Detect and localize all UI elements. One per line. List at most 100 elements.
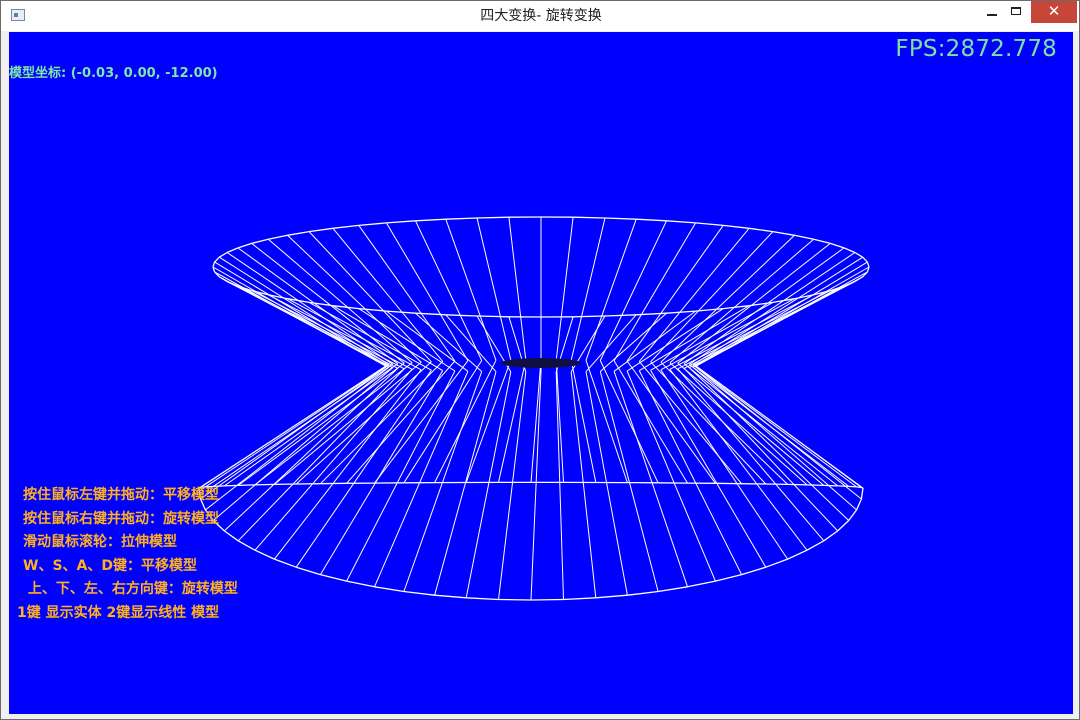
wireframe-edge: [508, 217, 527, 361]
opengl-viewport[interactable]: FPS:2872.778 模型坐标: (-0.03, 0.00, -12.00)…: [9, 32, 1073, 714]
wireframe-edge: [212, 266, 387, 367]
wireframe-edge: [268, 234, 288, 240]
wireframe-edge: [657, 586, 688, 593]
wireframe-edge: [695, 364, 862, 488]
wireframe-edge: [200, 366, 387, 500]
wireframe-edge: [613, 222, 697, 361]
wireframe-edge: [374, 586, 405, 593]
wireframe-edge: [374, 360, 469, 484]
help-line-scroll: 滑动鼠标滚轮：拉伸模型: [23, 534, 177, 550]
wireframe-edge: [636, 218, 667, 222]
wireframe-edge: [666, 220, 696, 224]
wireframe-edge: [636, 312, 667, 316]
wireframe-edge: [254, 362, 413, 486]
wireframe-edge: [687, 580, 716, 588]
wireframe-edge: [223, 367, 399, 532]
wireframe-edge: [498, 598, 532, 601]
close-icon: ✕: [1047, 2, 1061, 20]
wireframe-edge: [723, 224, 750, 229]
wireframe-edge: [237, 247, 399, 365]
wireframe-edge: [677, 243, 831, 364]
wireframe-edge: [434, 594, 467, 599]
wireframe-edge: [595, 594, 628, 599]
wireframe-edge: [749, 227, 773, 233]
wireframe-edge: [573, 216, 606, 219]
wireframe-edge: [823, 530, 839, 542]
wireframe-edge: [465, 359, 512, 483]
wireframe-edge: [358, 225, 456, 362]
wireframe-edge: [837, 485, 849, 488]
wireframe-edge: [476, 315, 509, 318]
wireframe-edge: [254, 549, 275, 560]
wireframe-edge: [415, 312, 446, 316]
help-line-left-drag: 按住鼠标左键并拖动：平移模型: [23, 487, 219, 503]
maximize-button[interactable]: [1005, 1, 1029, 23]
wireframe-edge: [476, 216, 509, 219]
wireframe-edge: [695, 222, 724, 227]
wireframe-edge: [573, 315, 606, 318]
wireframe-edge: [530, 598, 564, 601]
wireframe-edge: [866, 261, 870, 268]
wireframe-edge: [212, 367, 394, 521]
wireframe-edge: [358, 222, 387, 227]
wireframe-edge: [254, 483, 275, 486]
wireframe-edge: [599, 360, 659, 484]
wireframe-edge: [251, 243, 405, 364]
wireframe-edge: [806, 540, 825, 551]
wireframe-edge: [445, 217, 478, 220]
wireframe-edge: [415, 312, 483, 372]
wireframe-edge: [214, 256, 220, 263]
wireframe-edge: [287, 230, 310, 236]
wireframe-edge: [715, 573, 742, 582]
wireframe-edge: [251, 238, 269, 245]
wireframe-edge: [570, 217, 606, 361]
wireframe-edge: [385, 222, 469, 361]
wireframe-edge: [692, 366, 857, 511]
wireframe-edge: [555, 371, 564, 600]
wireframe-edge: [498, 371, 527, 600]
wireframe-edge: [669, 362, 808, 486]
wireframe-edge: [434, 371, 497, 596]
wireframe-edge: [854, 276, 864, 283]
wireframe-edge: [660, 298, 795, 371]
wireframe-edge: [837, 520, 850, 532]
wireframe-edge: [660, 369, 789, 560]
wireframe-edge: [854, 251, 864, 258]
wireframe-edge: [741, 566, 766, 576]
wireframe-edge: [415, 218, 446, 222]
wireframe-edge: [224, 363, 399, 487]
wireframe-edge: [226, 252, 393, 365]
wireframe-edge: [403, 590, 435, 596]
wireframe-edge: [309, 227, 333, 233]
wireframe-edge: [274, 558, 297, 568]
wireframe-edge: [238, 484, 256, 487]
minimize-button[interactable]: [979, 1, 1005, 23]
wireframe-edge: [772, 230, 795, 236]
wireframe-edge: [585, 219, 637, 361]
wireframe-edge: [296, 566, 321, 576]
wireframe-edge: [677, 362, 825, 486]
title-bar[interactable]: 四大变换- 旋转变换 ✕: [1, 1, 1079, 31]
wireframe-edge: [626, 225, 724, 362]
wireframe-edge: [237, 540, 256, 551]
fps-counter: FPS:2872.778: [895, 36, 1057, 62]
wireframe-edge: [692, 256, 863, 366]
wireframe-edge: [613, 371, 688, 587]
help-line-arrows: 上、下、左、右方向键：旋转模型: [23, 581, 238, 597]
wireframe-edge: [843, 247, 856, 254]
wireframe-edge: [669, 238, 815, 364]
wireframe-edge: [476, 217, 512, 361]
wireframe-edge: [237, 242, 252, 249]
wireframe-edge: [212, 261, 216, 268]
wireframe-edge: [205, 364, 390, 488]
wireframe-edge: [689, 252, 856, 365]
wireframe-edge: [860, 487, 864, 500]
wireframe-edge: [787, 483, 808, 486]
close-button[interactable]: ✕: [1031, 1, 1077, 23]
wireframe-edge: [599, 371, 659, 592]
wireframe-edge: [861, 486, 864, 489]
wireframe-edge: [214, 261, 387, 366]
wireframe-edge: [787, 549, 808, 560]
wireframe-edge: [218, 251, 228, 258]
wireframe-edge: [806, 484, 824, 487]
